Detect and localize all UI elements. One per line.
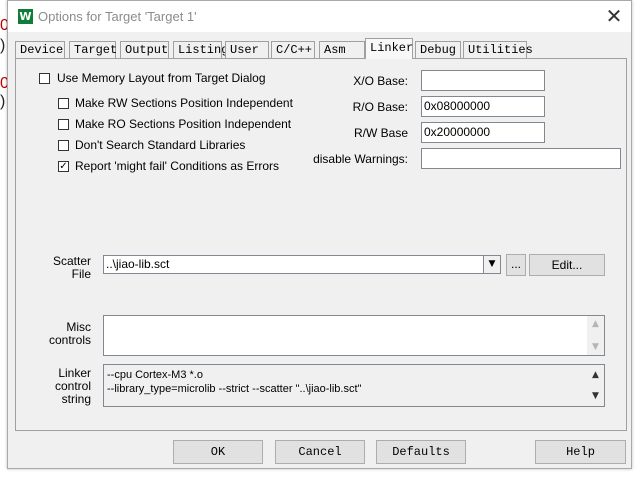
tab-asm[interactable]: Asm bbox=[319, 41, 365, 58]
misc-label-line: controls bbox=[48, 333, 91, 347]
dont-search-std-libs-label: Don't Search Standard Libraries bbox=[75, 138, 246, 152]
control-label-line: string bbox=[61, 392, 91, 406]
misc-scrollbar[interactable]: ▲ ▼ bbox=[587, 316, 604, 355]
control-string-line: --cpu Cortex-M3 *.o bbox=[107, 369, 203, 381]
ro-position-independent-checkbox[interactable] bbox=[58, 119, 69, 130]
tab-device[interactable]: Device bbox=[15, 41, 65, 58]
window-title: Options for Target 'Target 1' bbox=[38, 9, 197, 24]
rw-position-independent-label: Make RW Sections Position Independent bbox=[75, 96, 293, 110]
browse-scatter-button[interactable]: ... bbox=[506, 254, 526, 276]
dont-search-std-libs-checkbox[interactable] bbox=[58, 140, 69, 151]
tab-debug[interactable]: Debug bbox=[415, 41, 461, 58]
linker-control-string-label: Linker control string bbox=[55, 367, 91, 406]
disable-warnings-input[interactable] bbox=[421, 148, 621, 169]
control-string-line: --library_type=microlib --strict --scatt… bbox=[107, 383, 362, 395]
rw-position-independent-checkbox[interactable] bbox=[58, 98, 69, 109]
rw-base-label: R/W Base bbox=[353, 126, 408, 140]
linker-tab-panel: Use Memory Layout from Target Dialog Mak… bbox=[15, 58, 627, 431]
defaults-button[interactable]: Defaults bbox=[376, 440, 466, 464]
ro-base-input[interactable]: 0x08000000 bbox=[421, 96, 545, 117]
tab-output[interactable]: Output bbox=[120, 41, 169, 58]
tab-utilities[interactable]: Utilities bbox=[463, 41, 533, 58]
misc-controls-label: Misc controls bbox=[49, 321, 91, 347]
misc-controls-textarea[interactable]: ▲ ▼ bbox=[103, 315, 605, 356]
use-memory-layout-checkbox[interactable] bbox=[39, 73, 50, 84]
scroll-down-icon[interactable]: ▼ bbox=[587, 389, 604, 403]
report-might-fail-checkbox[interactable]: ✓ bbox=[58, 161, 69, 172]
edit-scatter-button[interactable]: Edit... bbox=[529, 254, 605, 276]
linker-control-string-textarea[interactable]: --cpu Cortex-M3 *.o --library_type=micro… bbox=[103, 364, 605, 407]
rw-base-input[interactable]: 0x20000000 bbox=[421, 122, 545, 143]
scatter-label-line: File bbox=[71, 267, 91, 281]
tab-linker[interactable]: Linker bbox=[365, 38, 413, 59]
xo-base-input[interactable] bbox=[421, 70, 545, 91]
chevron-down-icon[interactable]: ▼ bbox=[483, 256, 500, 273]
scroll-up-icon[interactable]: ▲ bbox=[587, 368, 604, 382]
cancel-button[interactable]: Cancel bbox=[275, 440, 365, 464]
keil-app-icon: W bbox=[18, 9, 33, 24]
control-string-scrollbar[interactable]: ▲ ▼ bbox=[587, 365, 604, 406]
ro-base-label: R/O Base: bbox=[352, 100, 408, 114]
scroll-up-icon[interactable]: ▲ bbox=[587, 319, 604, 329]
report-might-fail-label: Report 'might fail' Conditions as Errors bbox=[75, 159, 279, 173]
scroll-down-icon[interactable]: ▼ bbox=[587, 342, 604, 352]
options-dialog: W Options for Target 'Target 1' ✕ Device… bbox=[7, 0, 632, 469]
tab-user[interactable]: User bbox=[225, 41, 269, 58]
use-memory-layout-label: Use Memory Layout from Target Dialog bbox=[57, 71, 266, 85]
ro-position-independent-label: Make RO Sections Position Independent bbox=[75, 117, 292, 131]
tab-target[interactable]: Target bbox=[69, 41, 117, 58]
scatter-file-combobox[interactable]: ..\jiao-lib.sct ▼ bbox=[103, 255, 501, 274]
checkmark-icon: ✓ bbox=[59, 161, 68, 172]
background-text-fragment: ) bbox=[0, 37, 6, 54]
xo-base-label: X/O Base: bbox=[353, 74, 408, 88]
title-bar: W Options for Target 'Target 1' ✕ bbox=[8, 1, 631, 32]
background-text-fragment: ) bbox=[0, 93, 6, 110]
disable-warnings-label: disable Warnings: bbox=[313, 152, 408, 166]
tab-listing[interactable]: Listing bbox=[173, 41, 228, 58]
ok-button[interactable]: OK bbox=[173, 440, 263, 464]
help-button[interactable]: Help bbox=[535, 440, 626, 464]
close-icon[interactable]: ✕ bbox=[603, 5, 625, 27]
scatter-file-value: ..\jiao-lib.sct bbox=[106, 257, 170, 271]
scatter-file-label: Scatter File bbox=[53, 255, 91, 281]
tab-c-cpp[interactable]: C/C++ bbox=[271, 41, 315, 58]
